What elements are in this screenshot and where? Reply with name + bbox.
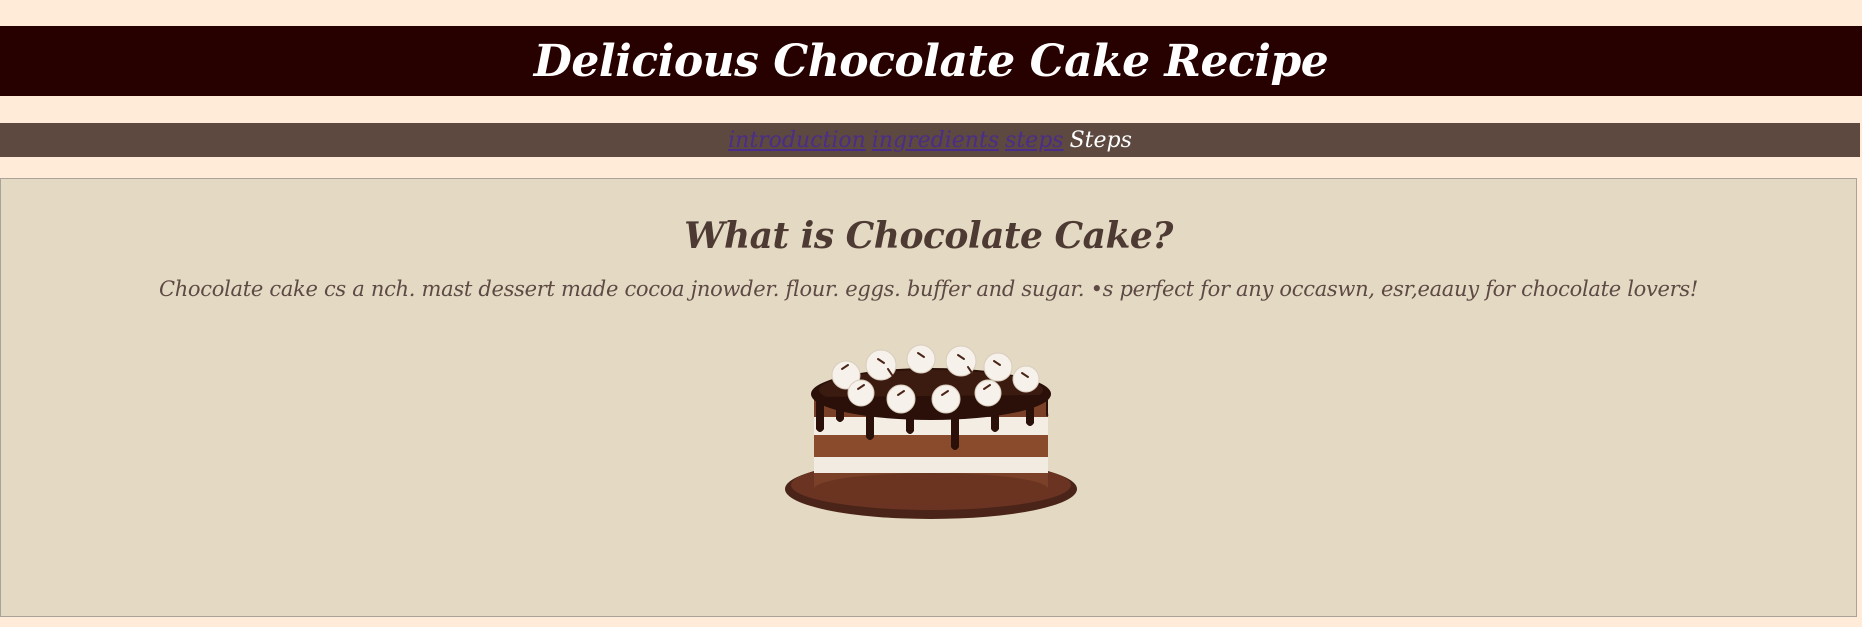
nav-link-ingredients[interactable]: ingredients (872, 128, 999, 153)
nav-current-section: Steps (1069, 127, 1132, 153)
chocolate-cake-image (776, 319, 1086, 529)
nav-link-steps[interactable]: steps (1005, 128, 1064, 153)
cake-illustration (785, 344, 1077, 519)
intro-section: What is Chocolate Cake? Chocolate cake c… (0, 178, 1857, 617)
page-title: Delicious Chocolate Cake Recipe (533, 35, 1329, 87)
section-description: Chocolate cake cs a nch. mast dessert ma… (158, 277, 1699, 301)
nav-link-introduction[interactable]: introduction (728, 128, 866, 153)
page-header: Delicious Chocolate Cake Recipe (0, 26, 1862, 96)
section-heading: What is Chocolate Cake? (684, 215, 1173, 257)
nav-bar: introduction ingredients steps Steps (0, 123, 1860, 157)
